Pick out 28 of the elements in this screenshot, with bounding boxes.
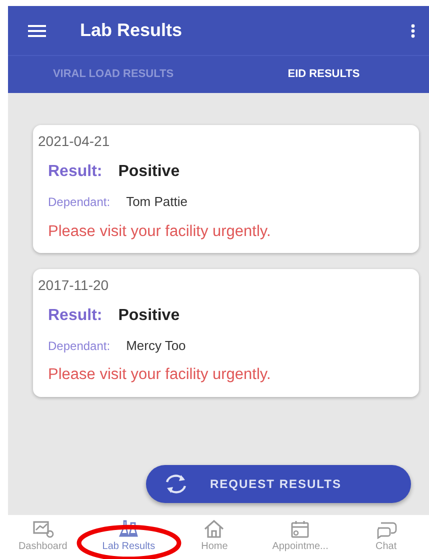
urgent-message: Please visit your facility urgently.	[47, 222, 272, 242]
dependant-name: Tom Pattie	[126, 193, 188, 211]
bottom-nav-item[interactable]: Lab Results	[86, 515, 172, 559]
dependant-name: Mercy Too	[126, 336, 186, 355]
result-label: Result:	[48, 162, 102, 182]
dependant-label: Dependant:	[48, 338, 110, 355]
result-value: Positive	[118, 306, 180, 326]
dependant-label: Dependant:	[48, 194, 110, 211]
menu-icon[interactable]	[28, 24, 46, 38]
result-value: Positive	[118, 162, 180, 182]
request-results-button[interactable]: REQUEST RESULTS	[146, 465, 411, 503]
result-label: Result:	[48, 306, 102, 326]
result-date: 2017-11-20	[38, 276, 110, 295]
chart-screen-icon	[32, 519, 54, 539]
tab[interactable]: VIRAL LOAD RESULTS	[8, 56, 218, 93]
home-icon	[203, 519, 226, 539]
refresh-icon	[164, 473, 188, 495]
flasks-icon	[118, 519, 140, 539]
screen-title: Lab Results	[80, 19, 184, 42]
calendar-icon	[289, 519, 312, 539]
result-date: 2021-04-21	[38, 132, 111, 151]
more-options-icon[interactable]	[411, 24, 415, 38]
tab[interactable]: EID RESULTS	[218, 56, 429, 93]
bottom-nav-item[interactable]: Home	[172, 515, 258, 559]
urgent-message: Please visit your facility urgently.	[47, 365, 272, 386]
bottom-nav-item[interactable]: Dashboard	[0, 515, 86, 559]
bottom-nav-item[interactable]: Chat	[343, 515, 429, 559]
bottom-nav-item[interactable]: Appointme...	[257, 515, 344, 559]
